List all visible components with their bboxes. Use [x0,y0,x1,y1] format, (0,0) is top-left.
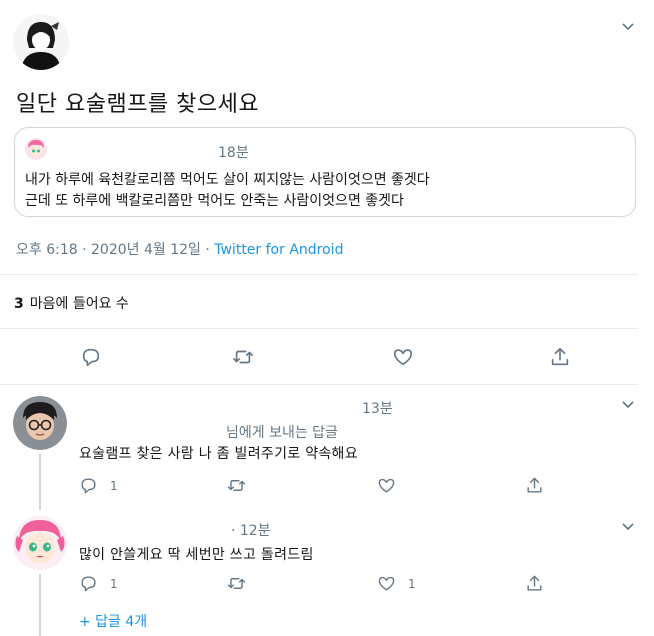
reply-2-text: 많이 안쓸게요 딱 세번만 쓰고 돌려드림 [79,547,314,563]
heart-icon [377,574,396,593]
reply-2-like-count: 1 [408,576,416,591]
reply-1-like-action[interactable] [377,476,396,495]
reply-1-reply-count: 1 [110,478,118,493]
reply-icon[interactable] [80,346,102,368]
reply-icon [79,574,98,593]
thread-line [39,454,41,510]
likes-label: 마음에 들어요 수 [29,296,129,312]
quoted-tweet-line-1: 내가 하루에 육천칼로리쯤 먹어도 살이 찌지않는 사람이엇으면 좋겟다 [25,172,430,188]
tweet-meta: 오후 6:18 · 2020년 4월 12일 · Twitter for And… [16,239,343,259]
reply-1-text: 요술램프 찾은 사람 나 좀 빌려주기로 약속해요 [79,446,358,462]
tweet-menu-chevron-icon[interactable] [620,18,636,34]
quoted-tweet-card[interactable]: 18분 내가 하루에 육천칼로리쯤 먹어도 살이 찌지않는 사람이엇으면 좋겟다… [14,127,636,217]
reply-2-retweet-action[interactable] [227,574,246,593]
reply-1-replying-to: 님에게 보내는 답글 [226,425,338,441]
retweet-icon[interactable] [232,346,254,368]
reply-1-avatar[interactable] [13,396,67,450]
heart-icon[interactable] [392,346,414,368]
share-icon [525,476,544,495]
reply-1-reply-action[interactable]: 1 [79,476,118,495]
likes-count: 3 [14,296,24,312]
share-icon[interactable] [549,346,571,368]
reply-2-share-action[interactable] [525,574,544,593]
quoted-tweet-time: 18분 [218,145,249,161]
reply-1-menu-chevron-icon[interactable] [620,396,636,412]
likes-count-link[interactable]: 3 마음에 들어요 수 [14,293,129,313]
thread-line [39,574,41,636]
reply-2-reply-action[interactable]: 1 [79,574,118,593]
heart-icon [377,476,396,495]
author-avatar[interactable] [13,14,69,70]
retweet-icon [227,476,246,495]
reply-1-time[interactable]: 13분 [362,398,393,418]
reply-icon [79,476,98,495]
divider [0,328,638,329]
quoted-tweet-line-2: 근데 또 하루에 백칼로리쯤만 먹어도 안죽는 사람이엇으면 좋겟다 [25,193,404,209]
tweet-text: 일단 요술램프를 찾으세요 [16,92,260,117]
reply-2-like-action[interactable]: 1 [377,574,416,593]
tweet-source-link[interactable]: Twitter for Android [214,242,343,258]
reply-2-avatar[interactable] [13,516,67,570]
reply-2-time[interactable]: · 12분 [231,520,271,540]
reply-2-menu-chevron-icon[interactable] [620,518,636,534]
divider [0,274,638,275]
share-icon [525,574,544,593]
reply-2-reply-count: 1 [110,576,118,591]
quoted-author-avatar [25,138,47,160]
tweet-timestamp[interactable]: 오후 6:18 · 2020년 4월 12일 · [16,242,214,258]
show-more-replies-link[interactable]: + 답글 4개 [79,611,147,631]
reply-1-retweet-action[interactable] [227,476,246,495]
retweet-icon [227,574,246,593]
divider [0,384,638,385]
reply-1-share-action[interactable] [525,476,544,495]
